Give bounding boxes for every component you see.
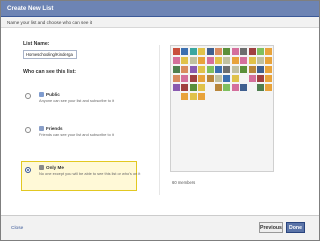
member-photo[interactable] (181, 48, 189, 55)
member-photo[interactable] (265, 48, 273, 55)
member-photo[interactable] (181, 56, 189, 64)
member-photo[interactable] (265, 65, 273, 73)
member-photo[interactable] (189, 65, 197, 73)
done-button[interactable]: Done (286, 222, 305, 233)
member-photo[interactable] (189, 56, 197, 64)
member-photo[interactable] (223, 74, 231, 82)
option-title-public[interactable]: Public (46, 92, 60, 97)
member-photo[interactable] (248, 48, 256, 55)
member-photo[interactable] (206, 74, 214, 82)
member-photo[interactable] (189, 83, 197, 91)
member-photo[interactable] (231, 65, 239, 73)
dialog-footer: Close Previous Done (1, 215, 319, 240)
member-photo[interactable] (257, 65, 264, 73)
visibility-heading: Who can see this list: (23, 69, 77, 75)
member-photo[interactable] (173, 83, 180, 91)
globe-icon (39, 92, 44, 97)
member-photo[interactable] (215, 83, 222, 91)
member-photo[interactable] (240, 48, 248, 55)
member-photo[interactable] (206, 65, 214, 73)
option-desc-friends: Friends can see your list and subscribe … (39, 132, 114, 137)
member-photo[interactable] (215, 48, 222, 55)
member-photo[interactable] (257, 56, 264, 64)
member-photo[interactable] (189, 48, 197, 55)
member-photo[interactable] (223, 48, 231, 55)
member-photo[interactable] (198, 83, 206, 91)
member-photo[interactable] (181, 65, 189, 73)
option-desc-only-me: No one except you will be able to see th… (39, 171, 141, 176)
public-radio[interactable] (25, 93, 31, 99)
member-photo[interactable] (206, 48, 214, 55)
member-photo[interactable] (215, 56, 222, 64)
column-divider (159, 45, 160, 195)
member-photo[interactable] (240, 83, 248, 91)
member-photo[interactable] (181, 83, 189, 91)
member-photo[interactable] (265, 56, 273, 64)
member-photo[interactable] (257, 48, 264, 55)
member-photo[interactable] (265, 74, 273, 82)
member-photo[interactable] (198, 74, 206, 82)
dialog-body: List Name: Homeschooling/Kinderga Who ca… (1, 29, 319, 215)
only-me-radio[interactable] (25, 167, 31, 173)
member-photo[interactable] (181, 74, 189, 82)
members-count: 60 members (172, 180, 196, 185)
close-link[interactable]: Close (11, 226, 23, 231)
member-photo[interactable] (215, 65, 222, 73)
friends-icon (39, 126, 44, 131)
member-photo[interactable] (198, 56, 206, 64)
dialog-subtitle: Name your list and choose who can see it (1, 17, 319, 28)
member-photo[interactable] (231, 83, 239, 91)
previous-button[interactable]: Previous (259, 222, 283, 233)
member-photo[interactable] (231, 48, 239, 55)
member-photo[interactable] (173, 56, 180, 64)
member-photo-grid (170, 45, 274, 172)
member-photo[interactable] (223, 83, 231, 91)
list-name-input[interactable]: Homeschooling/Kinderga (23, 50, 77, 59)
member-photo[interactable] (206, 56, 214, 64)
member-photo[interactable] (257, 74, 264, 82)
lock-icon (39, 165, 44, 170)
create-list-dialog: Create New List Name your list and choos… (0, 0, 320, 241)
member-photo[interactable] (189, 92, 197, 100)
member-photo[interactable] (198, 65, 206, 73)
member-photo[interactable] (265, 83, 273, 91)
member-photo[interactable] (198, 92, 206, 100)
member-photo[interactable] (248, 74, 256, 82)
member-photo[interactable] (181, 92, 189, 100)
member-photo[interactable] (248, 56, 256, 64)
option-title-friends[interactable]: Friends (46, 126, 63, 131)
member-photo[interactable] (231, 74, 239, 82)
dialog-title: Create New List (1, 1, 319, 17)
member-photo[interactable] (257, 83, 264, 91)
member-photo[interactable] (198, 48, 206, 55)
list-name-label: List Name: (23, 41, 50, 47)
member-photo[interactable] (215, 74, 222, 82)
member-photo[interactable] (231, 56, 239, 64)
member-photo[interactable] (173, 74, 180, 82)
member-photo[interactable] (223, 65, 231, 73)
member-photo[interactable] (189, 74, 197, 82)
member-photo[interactable] (240, 56, 248, 64)
member-photo[interactable] (173, 65, 180, 73)
friends-radio[interactable] (25, 127, 31, 133)
member-photo[interactable] (223, 56, 231, 64)
member-photo[interactable] (240, 65, 248, 73)
option-desc-public: Anyone can see your list and subscribe t… (39, 98, 115, 103)
member-photo[interactable] (173, 48, 180, 55)
option-title-only-me[interactable]: Only Me (46, 165, 64, 170)
member-photo[interactable] (248, 65, 256, 73)
